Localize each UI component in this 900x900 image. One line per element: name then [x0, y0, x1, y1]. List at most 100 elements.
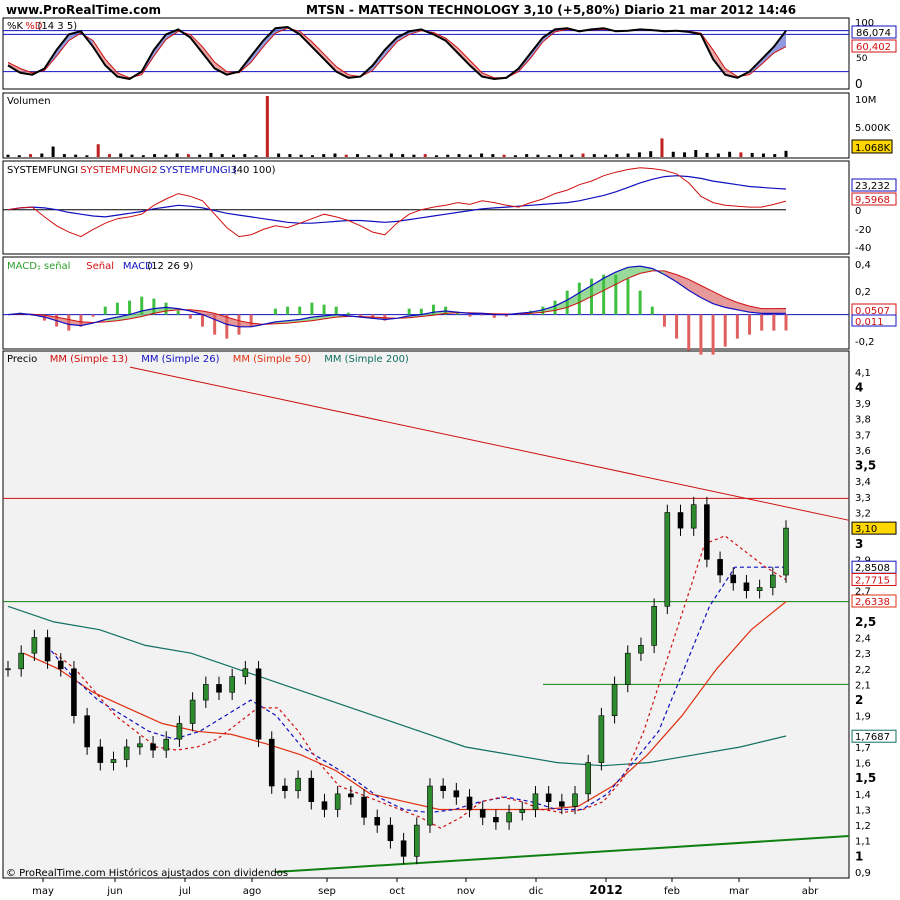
volume-bar [232, 154, 236, 157]
macd-histogram-bar [577, 282, 581, 315]
candle-body [690, 504, 697, 529]
panel-title-part: (40 100) [233, 165, 276, 176]
volume-bar [446, 154, 450, 157]
price-tick: 1 [855, 849, 863, 863]
macd-histogram-bar [638, 290, 642, 315]
macd-histogram-bar [298, 306, 302, 315]
macd-histogram-bar [334, 306, 338, 315]
price-tick: 1,9 [855, 712, 871, 723]
macd-fill [761, 308, 774, 314]
volume-tick: 5.000K [855, 123, 891, 134]
volume-bar [243, 154, 247, 157]
price-tick: 2,5 [855, 615, 876, 629]
macd-histogram-bar [213, 314, 217, 335]
candle-body [704, 504, 710, 560]
month-label: abr [802, 886, 819, 897]
volume-panel [2, 92, 850, 159]
price-tick: 2,3 [855, 649, 871, 660]
macd-histogram-bar [662, 314, 666, 327]
macd-histogram-bar [699, 314, 703, 355]
macd-histogram-bar [310, 302, 314, 315]
volume-bar [784, 150, 788, 157]
candle-body [295, 777, 301, 792]
volume-bar [322, 154, 326, 157]
price-tick: 3,9 [855, 399, 871, 410]
panel-title-part: (14 3 5) [38, 21, 78, 32]
month-label: 2012 [589, 883, 622, 897]
volume-bar [480, 153, 484, 157]
macd-value: 0,011 [855, 317, 884, 328]
macd-histogram-bar [103, 306, 107, 315]
volume-bar [29, 154, 33, 157]
candle-body [18, 652, 24, 670]
macd-histogram-bar [626, 278, 630, 315]
macd-histogram-bar [91, 314, 95, 317]
volume-bar [356, 154, 360, 157]
chart-canvas: www.ProRealTime.com MTSN - MATTSON TECHN… [2, 3, 897, 897]
candle-body [255, 668, 262, 740]
panel-title-part: SYSTEMFUNGI [7, 165, 78, 176]
macd-tick: -0,2 [855, 337, 875, 348]
macd-histogram-bar [176, 310, 180, 315]
sf3-value: 23,232 [855, 181, 890, 192]
price-tick: 2,4 [855, 634, 871, 645]
volume-bar [750, 152, 754, 157]
price-value-label: 3,10 [855, 524, 877, 535]
candle-body [202, 684, 209, 701]
candle-body [559, 801, 565, 807]
sf2-value: 9,5968 [855, 195, 890, 206]
volume-bar [570, 154, 574, 157]
candle-body [783, 527, 789, 576]
price-tick: 2,1 [855, 680, 871, 691]
candle-body [57, 660, 64, 670]
candle-body [282, 785, 288, 792]
price-tick: 4,1 [855, 368, 871, 379]
volume-bar [502, 154, 506, 157]
volume-bar [153, 154, 157, 157]
volume-bar [6, 154, 10, 157]
macd-histogram-bar [480, 314, 484, 316]
candle-body [730, 574, 737, 584]
macd-histogram-bar [225, 314, 229, 339]
volume-bar [491, 154, 495, 157]
candle-body [374, 816, 381, 826]
panel-title-part: , señal [38, 261, 71, 272]
panel-title-part: %K [7, 21, 24, 32]
volume-bar [525, 154, 529, 157]
volume-tick: 10M [855, 95, 876, 106]
panel-title-part: (12 26 9) [147, 261, 193, 272]
candle-body [453, 790, 460, 798]
macd-tick: 0,4 [855, 260, 871, 271]
candle-body [137, 743, 143, 748]
macd-histogram-bar [748, 314, 752, 335]
volume-bar [434, 155, 438, 157]
volume-bar [277, 153, 281, 157]
candle-body [493, 816, 499, 823]
month-label: oct [389, 886, 405, 897]
candle-body [5, 668, 11, 671]
candle-body [770, 574, 776, 588]
candle-body [519, 809, 526, 813]
volume-bar [186, 154, 190, 157]
macd-histogram-bar [784, 314, 788, 331]
macd-histogram-bar [249, 314, 253, 327]
volume-bar [401, 154, 405, 157]
panel-title-part: MM (Simple 26) [141, 354, 219, 365]
sf-tick: -40 [855, 243, 871, 254]
macd-histogram-bar [614, 274, 618, 315]
price-tick: 3,7 [855, 430, 871, 441]
macd-histogram-bar [541, 306, 545, 315]
candle-body [413, 824, 420, 857]
candle-body [123, 746, 130, 760]
candle-body [387, 824, 394, 842]
site-url[interactable]: www.ProRealTime.com [6, 3, 161, 17]
candle-body [216, 684, 222, 693]
macd-histogram-bar [152, 298, 156, 315]
volume-bar [773, 154, 777, 157]
candle-body [97, 746, 104, 763]
candle-body [334, 793, 341, 810]
volume-bar [547, 155, 551, 157]
macd-histogram-bar [140, 296, 144, 315]
volume-bar [615, 154, 619, 157]
price-tick: 0,9 [855, 868, 871, 879]
